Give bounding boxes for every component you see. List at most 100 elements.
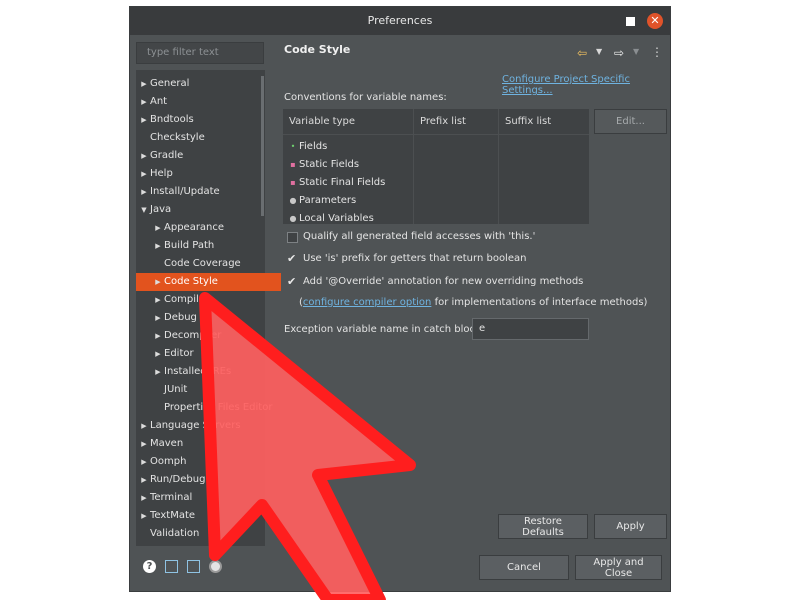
tree-item-junit[interactable]: JUnit — [136, 381, 281, 399]
collapsed-twisty-icon[interactable]: ▶ — [138, 93, 150, 111]
tree-item-label: Decompiler — [164, 330, 222, 341]
collapsed-twisty-icon[interactable]: ▶ — [138, 435, 150, 453]
tree-item-appearance[interactable]: ▶ Appearance — [136, 219, 281, 237]
tree-item-general[interactable]: ▶ General — [136, 75, 267, 93]
tree-item-code-coverage[interactable]: Code Coverage — [136, 255, 281, 273]
variable-type-label: Fields — [299, 141, 328, 152]
restore-defaults-button[interactable]: Restore Defaults — [498, 514, 588, 539]
collapsed-twisty-icon[interactable]: ▶ — [138, 147, 150, 165]
tree-item-decompiler[interactable]: ▶ Decompiler — [136, 327, 281, 345]
checkbox-unchecked-1[interactable] — [287, 232, 298, 243]
tree-item-gradle[interactable]: ▶ Gradle — [136, 147, 267, 165]
collapsed-twisty-icon[interactable]: ▶ — [152, 345, 164, 363]
table-row[interactable]: • Fields — [287, 138, 328, 156]
tree-item-bndtools[interactable]: ▶ Bndtools — [136, 111, 267, 129]
collapsed-twisty-icon[interactable]: ▶ — [152, 291, 164, 309]
tree-item-installed-jres[interactable]: ▶ Installed JREs — [136, 363, 281, 381]
tree-item-install-update[interactable]: ▶ Install/Update — [136, 183, 267, 201]
table-row[interactable]: ● Local Variables — [287, 210, 374, 228]
tree-item-label: Terminal — [150, 492, 193, 503]
tree-item-compiler[interactable]: ▶ Compiler — [136, 291, 281, 309]
column-header-variable-type[interactable]: Variable type — [283, 109, 355, 134]
collapsed-twisty-icon[interactable]: ▶ — [152, 309, 164, 327]
collapsed-twisty-icon[interactable]: ▶ — [138, 453, 150, 471]
exception-variable-label: Exception variable name in catch blocks: — [284, 324, 490, 335]
checkbox-checked-2[interactable]: ✔ — [287, 252, 296, 265]
tree-item-label: Installed JREs — [164, 366, 232, 377]
column-header-suffix[interactable]: Suffix list — [499, 109, 551, 134]
export-icon[interactable] — [187, 560, 200, 573]
forward-arrow-icon[interactable]: ⇨ — [614, 46, 624, 60]
tree-item-code-style[interactable]: ▶ Code Style — [136, 273, 281, 291]
title-bar: Preferences ✕ — [130, 7, 670, 35]
tree-item-label: General — [150, 78, 190, 89]
variable-type-icon: ● — [289, 196, 297, 205]
tree-item-editor[interactable]: ▶ Editor — [136, 345, 281, 363]
filter-input[interactable]: type filter text — [136, 42, 264, 64]
tree-item-label: Compiler — [164, 294, 210, 305]
cancel-button[interactable]: Cancel — [479, 555, 569, 580]
kebab-menu-icon[interactable]: ⋮ — [651, 45, 663, 59]
collapsed-twisty-icon[interactable]: ▶ — [152, 327, 164, 345]
tree-item-build-path[interactable]: ▶ Build Path — [136, 237, 281, 255]
tree-item-label: Editor — [164, 348, 194, 359]
column-header-prefix[interactable]: Prefix list — [414, 109, 466, 134]
table-row[interactable]: ▪ Static Fields — [287, 156, 359, 174]
collapsed-twisty-icon[interactable]: ▶ — [152, 273, 164, 291]
collapsed-twisty-icon[interactable]: ▶ — [138, 165, 150, 183]
tree-item-debug[interactable]: ▶ Debug — [136, 309, 281, 327]
expanded-twisty-icon[interactable]: ▼ — [138, 201, 150, 219]
tree-item-label: Language Servers — [150, 420, 241, 431]
option-label-3[interactable]: Add '@Override' annotation for new overr… — [303, 276, 583, 287]
forward-dropdown-icon[interactable]: ▼ — [633, 47, 639, 56]
tree-item-validation[interactable]: Validation — [136, 525, 267, 543]
tree-item-checkstyle[interactable]: Checkstyle — [136, 129, 267, 147]
collapsed-twisty-icon[interactable]: ▶ — [138, 471, 150, 489]
page-title: Code Style — [284, 43, 351, 56]
collapsed-twisty-icon[interactable]: ▶ — [152, 363, 164, 381]
apply-button[interactable]: Apply — [594, 514, 667, 539]
edit-button[interactable]: Edit... — [594, 109, 667, 134]
configure-project-settings-link[interactable]: Configure Project Specific Settings... — [502, 74, 670, 96]
tree-item-maven[interactable]: ▶ Maven — [136, 435, 267, 453]
configure-compiler-option-link[interactable]: configure compiler option — [303, 297, 432, 308]
option-label-2[interactable]: Use 'is' prefix for getters that return … — [303, 253, 526, 264]
option-label-1[interactable]: Qualify all generated field accesses wit… — [303, 231, 535, 242]
exception-variable-input[interactable]: e — [472, 318, 589, 340]
variable-names-table[interactable]: Variable type Prefix list Suffix list • F… — [283, 109, 589, 224]
collapsed-twisty-icon[interactable]: ▶ — [138, 507, 150, 525]
collapsed-twisty-icon[interactable]: ▶ — [138, 111, 150, 129]
table-row[interactable]: ▪ Static Final Fields — [287, 174, 385, 192]
checkbox-checked-3[interactable]: ✔ — [287, 275, 296, 288]
variable-type-label: Local Variables — [299, 213, 374, 224]
variable-type-icon: ▪ — [290, 178, 296, 187]
collapsed-twisty-icon[interactable]: ▶ — [138, 75, 150, 93]
close-icon[interactable]: ✕ — [647, 13, 663, 29]
tree-item-textmate[interactable]: ▶ TextMate — [136, 507, 267, 525]
tree-item-label: Validation — [150, 528, 200, 539]
collapsed-twisty-icon[interactable]: ▶ — [138, 417, 150, 435]
tree-item-run-debug[interactable]: ▶ Run/Debug — [136, 471, 267, 489]
collapsed-twisty-icon[interactable]: ▶ — [138, 183, 150, 201]
apply-and-close-button[interactable]: Apply and Close — [575, 555, 662, 580]
tree-item-language-servers[interactable]: ▶ Language Servers — [136, 417, 267, 435]
tree-item-help[interactable]: ▶ Help — [136, 165, 267, 183]
import-icon[interactable] — [165, 560, 178, 573]
record-icon[interactable] — [209, 560, 222, 573]
tree-item-label: Oomph — [150, 456, 187, 467]
tree-item-oomph[interactable]: ▶ Oomph — [136, 453, 267, 471]
table-row[interactable]: ● Parameters — [287, 192, 357, 210]
collapsed-twisty-icon[interactable]: ▶ — [152, 237, 164, 255]
tree-item-label: Build Path — [164, 240, 215, 251]
back-arrow-icon[interactable]: ⇦ — [577, 46, 587, 60]
restore-icon[interactable] — [626, 17, 635, 26]
tree-item-label: Properties Files Editor — [164, 402, 273, 413]
help-icon[interactable]: ? — [143, 560, 156, 573]
tree-item-ant[interactable]: ▶ Ant — [136, 93, 267, 111]
tree-item-java[interactable]: ▼ Java — [136, 201, 267, 219]
tree-item-terminal[interactable]: ▶ Terminal — [136, 489, 267, 507]
back-dropdown-icon[interactable]: ▼ — [596, 47, 602, 56]
tree-item-properties-files-editor[interactable]: Properties Files Editor — [136, 399, 281, 417]
collapsed-twisty-icon[interactable]: ▶ — [138, 489, 150, 507]
collapsed-twisty-icon[interactable]: ▶ — [152, 219, 164, 237]
